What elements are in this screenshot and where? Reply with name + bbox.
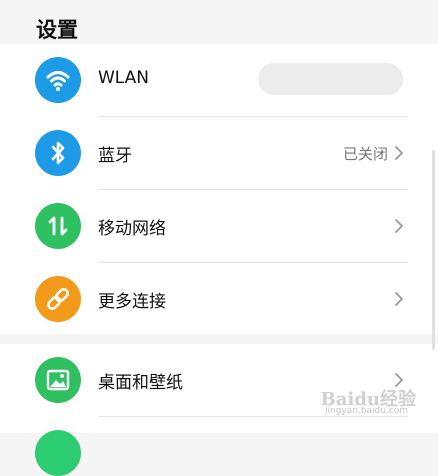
page-title: 设置 <box>36 18 78 42</box>
bluetooth-status: 已关闭 <box>342 145 388 163</box>
settings-group-connections: WLAN 蓝牙 已关闭 移动网络 更多连接 <box>0 44 438 334</box>
settings-row-label: 移动网络 <box>98 219 166 239</box>
mobile-data-icon <box>35 203 81 249</box>
divider <box>98 416 408 417</box>
settings-row-more-connections[interactable]: 更多连接 <box>0 263 438 335</box>
baidu-watermark-url: jingyan.baidu.com <box>324 406 408 416</box>
settings-row-wlan[interactable]: WLAN <box>0 44 438 116</box>
link-icon <box>35 276 81 322</box>
wifi-icon <box>35 57 81 103</box>
settings-row-label: 更多连接 <box>98 292 166 312</box>
wallpaper-icon <box>35 357 81 403</box>
settings-row-mobile-network[interactable]: 移动网络 <box>0 190 438 262</box>
chevron-right-icon <box>395 292 403 306</box>
settings-row-label: 蓝牙 <box>98 146 132 166</box>
chevron-right-icon <box>395 219 403 233</box>
wlan-network-name-blurred <box>258 63 403 95</box>
bluetooth-icon <box>35 130 81 176</box>
settings-row-label: 桌面和壁纸 <box>98 373 183 393</box>
next-row-icon-partial <box>35 430 81 476</box>
chevron-right-icon <box>395 146 403 160</box>
settings-row-bluetooth[interactable]: 蓝牙 已关闭 <box>0 117 438 189</box>
settings-row-label: WLAN <box>98 68 150 88</box>
scrollbar[interactable] <box>432 150 435 350</box>
